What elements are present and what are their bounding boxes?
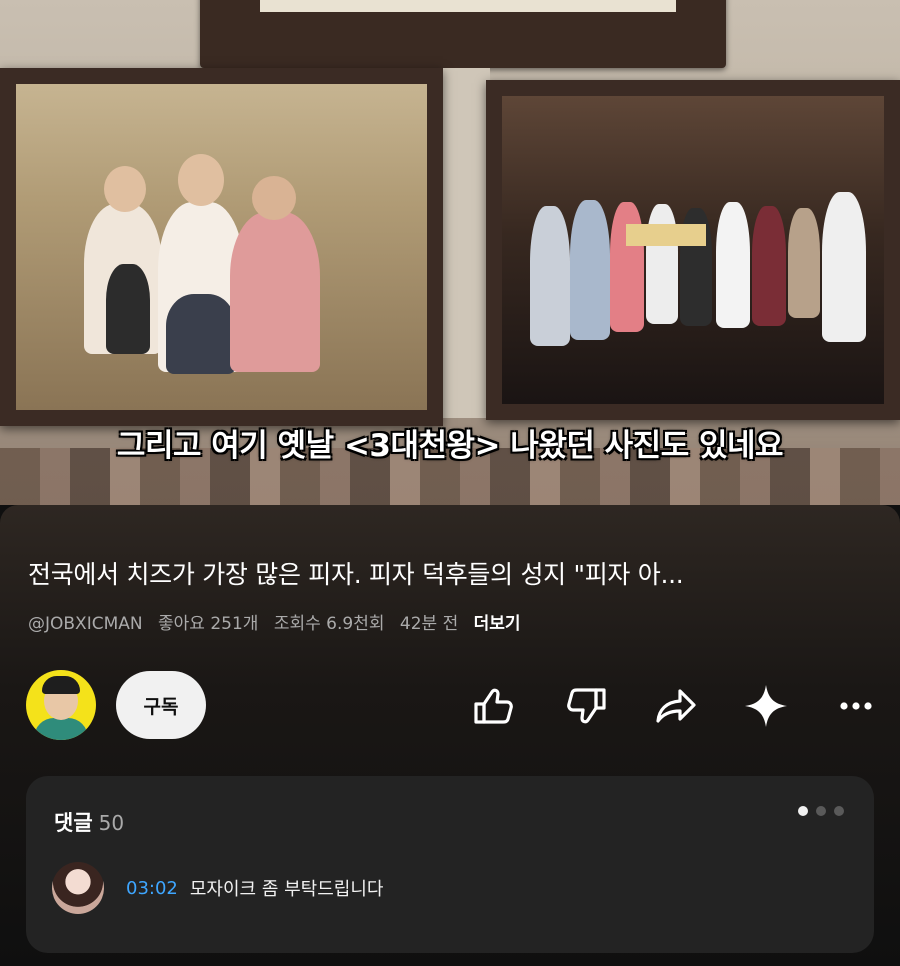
thumbs-down-icon bbox=[567, 688, 606, 724]
more-button[interactable]: 더보기 bbox=[474, 614, 521, 634]
pager-dot bbox=[816, 806, 826, 816]
view-count: 조회수 6.9천회 bbox=[273, 614, 385, 634]
like-count: 좋아요 251개 bbox=[158, 614, 259, 634]
comment-text: 모자이크 좀 부탁드립니다 bbox=[189, 879, 384, 900]
channel-handle[interactable]: @JOBXICMAN bbox=[28, 614, 143, 634]
ai-summary-button[interactable] bbox=[740, 680, 792, 732]
video-subtitle: 그리고 여기 옛날 <3대천왕> 나왔던 사진도 있네요 bbox=[116, 428, 784, 464]
video-title[interactable]: 전국에서 치즈가 가장 많은 피자. 피자 덕후들의 성지 "피자 아... bbox=[28, 555, 878, 591]
comments-label: 댓글 bbox=[54, 811, 93, 835]
pager-dot bbox=[834, 806, 844, 816]
share-icon bbox=[656, 689, 696, 723]
sparkle-icon bbox=[745, 685, 787, 727]
tv-show-group-photo bbox=[502, 96, 884, 404]
top-picture-frame bbox=[200, 0, 726, 68]
wall bbox=[440, 68, 490, 418]
upload-time: 42분 전 bbox=[399, 614, 459, 634]
channel-avatar[interactable] bbox=[26, 670, 96, 740]
pager-dot bbox=[798, 806, 808, 816]
subscribe-button[interactable]: 구독 bbox=[116, 671, 206, 739]
restaurant-photo bbox=[16, 84, 427, 410]
comments-header: 댓글 50 bbox=[54, 807, 124, 837]
video-player[interactable]: 그리고 여기 옛날 <3대천왕> 나왔던 사진도 있네요 bbox=[0, 0, 900, 505]
commenter-avatar bbox=[52, 862, 104, 914]
left-picture-frame bbox=[0, 68, 443, 426]
comments-count: 50 bbox=[98, 811, 125, 835]
video-meta: @JOBXICMAN 좋아요 251개 조회수 6.9천회 42분 전 더보기 bbox=[28, 609, 531, 634]
share-button[interactable] bbox=[650, 680, 702, 732]
pager-dots bbox=[798, 806, 844, 816]
comment-item[interactable]: 03:02 모자이크 좀 부탁드립니다 bbox=[52, 862, 383, 914]
more-actions-button[interactable] bbox=[830, 680, 882, 732]
comment-timestamp-link[interactable]: 03:02 bbox=[126, 878, 178, 899]
comments-card[interactable]: 댓글 50 03:02 모자이크 좀 부탁드립니다 bbox=[26, 776, 874, 953]
thumbs-up-icon bbox=[474, 688, 513, 724]
right-picture-frame bbox=[486, 80, 900, 420]
action-bar: 구독 bbox=[0, 668, 900, 746]
like-button[interactable] bbox=[468, 680, 520, 732]
more-icon bbox=[840, 702, 872, 710]
dislike-button[interactable] bbox=[560, 680, 612, 732]
